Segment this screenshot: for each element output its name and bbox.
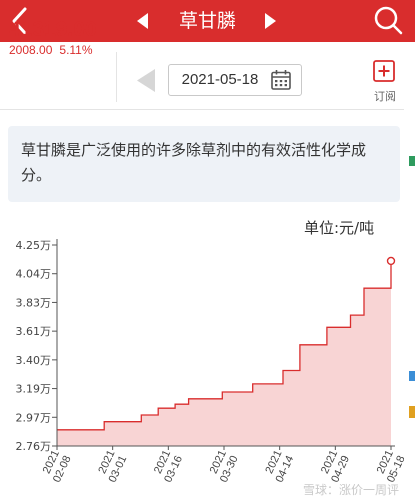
change-percent: 5.11% (59, 43, 93, 57)
current-price: 41319.00 (9, 18, 97, 41)
y-tick-label: 4.25万 (16, 239, 52, 252)
y-tick-label: 3.40万 (16, 354, 52, 367)
selected-date: 2021-05-18 (181, 71, 259, 88)
y-tick-label: 3.83万 (16, 296, 52, 309)
x-tick-label: 202102-08 (41, 448, 74, 484)
price-area (57, 260, 391, 446)
description-text: 草甘膦是广泛使用的许多除草剂中的有效活性化学成分。 (21, 141, 367, 184)
previous-date-button[interactable] (130, 64, 160, 96)
price-chart: 4.25万 4.04万 3.83万 3.61万 3.40万 3.19万 2.97万 2.76万… (16, 239, 408, 484)
price-change: 2008.00 5.11% (9, 43, 100, 57)
subscribe-button[interactable]: 订阅 (364, 58, 406, 106)
previous-commodity-button[interactable] (128, 0, 158, 42)
y-tick-label: 3.61万 (16, 325, 52, 338)
triangle-left-icon (137, 69, 155, 92)
search-icon (374, 6, 403, 35)
x-tick-label: 202103-01 (96, 448, 129, 484)
x-tick-label: 202103-30 (208, 448, 241, 484)
y-tick-label: 3.19万 (16, 383, 52, 396)
change-amount: 2008.00 (9, 43, 53, 57)
right-edge-strip (404, 56, 415, 501)
x-tick-label: 202103-16 (152, 448, 185, 484)
x-tick-label: 202104-14 (263, 448, 296, 484)
watermark-text: 雪球：涨价一周评 (303, 483, 400, 497)
date-picker[interactable]: 2021-05-18 (168, 64, 302, 96)
calendar-icon (271, 70, 291, 90)
add-icon (373, 60, 395, 82)
search-button[interactable] (366, 0, 410, 42)
y-tick-label: 2.97万 (16, 411, 52, 424)
triangle-left-icon (137, 13, 148, 29)
divider (116, 52, 117, 102)
triangle-right-icon (265, 13, 276, 29)
y-tick-label: 4.04万 (16, 268, 52, 281)
next-commodity-button[interactable] (255, 0, 285, 42)
commodity-description: 草甘膦是广泛使用的许多除草剂中的有效活性化学成分。 (8, 126, 400, 202)
y-tick-label: 2.76万 (16, 440, 52, 453)
latest-point-marker (386, 256, 396, 266)
subscribe-label: 订阅 (374, 90, 396, 103)
x-tick-label: 202104-29 (319, 448, 352, 484)
x-tick-label: 202105-18 (375, 448, 408, 484)
page-title: 草甘膦 (178, 10, 236, 32)
